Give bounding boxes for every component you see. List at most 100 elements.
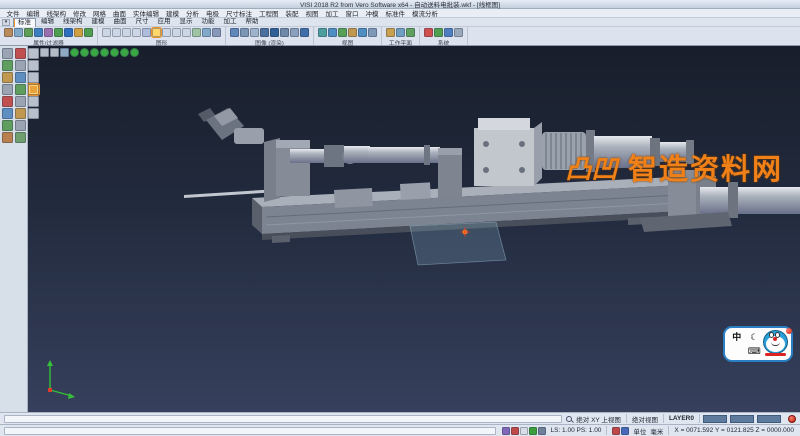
workplane-align-icon[interactable] — [396, 28, 405, 37]
menu-item-2[interactable]: 线架构 — [43, 8, 70, 18]
modify-attributes-icon[interactable] — [4, 28, 13, 37]
tool-icon-14[interactable] — [15, 120, 26, 131]
tool-icon-2[interactable] — [15, 48, 26, 59]
tool-icon-10[interactable] — [15, 96, 26, 107]
ime-toolbar[interactable]: 中 ☾ ⌨ — [723, 326, 793, 362]
graphics-icon-11[interactable] — [202, 28, 211, 37]
zoom-window-icon[interactable] — [328, 28, 337, 37]
screen-icon[interactable] — [454, 28, 463, 37]
tool-icon-8[interactable] — [15, 84, 26, 95]
document-icon[interactable] — [520, 427, 528, 435]
graphics-icon-8[interactable] — [172, 28, 181, 37]
ribbon-tab-5[interactable]: 尺寸 — [132, 18, 153, 27]
tool-icon-4[interactable] — [15, 60, 26, 71]
view-ref-button[interactable]: 绝对视图 — [630, 414, 660, 424]
grid-snap-icon[interactable] — [538, 427, 546, 435]
menu-item-15[interactable]: 窗口 — [342, 8, 362, 18]
menu-item-6[interactable]: 实体编辑 — [130, 8, 163, 18]
keyboard-icon[interactable]: ⌨ — [748, 346, 761, 356]
text-style-icon[interactable] — [511, 427, 519, 435]
grid-icon[interactable] — [444, 28, 453, 37]
layer-manager-icon[interactable] — [24, 28, 33, 37]
menu-item-16[interactable]: 冲模 — [362, 8, 382, 18]
render-background-icon[interactable] — [280, 28, 289, 37]
view-mode-button[interactable]: 绝对 XY 上视图 — [574, 414, 623, 424]
layer-filter-icon[interactable] — [54, 28, 63, 37]
moon-icon[interactable]: ☾ — [750, 332, 758, 342]
workplane-create-icon[interactable] — [386, 28, 395, 37]
graphics-icon-3[interactable] — [122, 28, 131, 37]
menu-item-14[interactable]: 加工 — [322, 8, 342, 18]
graphics-icon-10[interactable] — [192, 28, 201, 37]
viewport-3d[interactable]: 凸凹 智造资料网 中 ☾ ⌨ — [28, 46, 800, 412]
world-icon[interactable] — [434, 28, 443, 37]
menu-item-0[interactable]: 文件 — [3, 8, 23, 18]
tool-icon-6[interactable] — [15, 72, 26, 83]
unit-a-icon[interactable] — [612, 427, 620, 435]
render-material-icon[interactable] — [290, 28, 299, 37]
menu-item-17[interactable]: 标准件 — [382, 8, 409, 18]
render-light-icon[interactable] — [300, 28, 309, 37]
menu-item-1[interactable]: 编辑 — [23, 8, 43, 18]
menu-item-7[interactable]: 建模 — [163, 8, 183, 18]
rotate-view-icon[interactable] — [348, 28, 357, 37]
ribbon-tab-4[interactable]: 曲面 — [110, 18, 131, 27]
tool-icon-1[interactable] — [2, 48, 13, 59]
graphics-icon-1[interactable] — [102, 28, 111, 37]
named-views-icon[interactable] — [368, 28, 377, 37]
ribbon-tab-8[interactable]: 功能 — [198, 18, 219, 27]
menu-item-12[interactable]: 装配 — [282, 8, 302, 18]
graphics-icon-6[interactable] — [152, 28, 161, 37]
menu-item-3[interactable]: 修改 — [70, 8, 90, 18]
workplane-reset-icon[interactable] — [406, 28, 415, 37]
tool-icon-13[interactable] — [2, 120, 13, 131]
unit-b-icon[interactable] — [621, 427, 629, 435]
ribbon-tab-10[interactable]: 帮助 — [242, 18, 263, 27]
ribbon-tab-1[interactable]: 编辑 — [37, 18, 58, 27]
tool-icon-5[interactable] — [2, 72, 13, 83]
menu-item-9[interactable]: 电极 — [203, 8, 223, 18]
render-hidden-line-icon[interactable] — [250, 28, 259, 37]
graphics-icon-9[interactable] — [182, 28, 191, 37]
ribbon-tab-0[interactable]: 标准 — [13, 18, 36, 27]
ribbon-tab-2[interactable]: 线架构 — [59, 18, 87, 27]
units-value[interactable]: 毫米 — [648, 426, 665, 436]
color-palette-icon[interactable] — [424, 28, 433, 37]
ribbon-tab-6[interactable]: 应用 — [154, 18, 175, 27]
render-dynamic-icon[interactable] — [260, 28, 269, 37]
menu-item-10[interactable]: 尺寸标注 — [223, 8, 256, 18]
refresh-icon[interactable] — [529, 427, 537, 435]
tool-icon-16[interactable] — [15, 132, 26, 143]
menu-item-8[interactable]: 分析 — [183, 8, 203, 18]
prompt-field[interactable] — [4, 415, 562, 423]
ribbon-tab-7[interactable]: 显示 — [176, 18, 197, 27]
ime-mode-button[interactable]: 中 — [732, 332, 741, 342]
plugin-icon[interactable] — [502, 427, 510, 435]
tool-icon-7[interactable] — [2, 84, 13, 95]
menu-item-13[interactable]: 视图 — [302, 8, 322, 18]
visibility-filter-icon[interactable] — [84, 28, 93, 37]
graphics-icon-5[interactable] — [142, 28, 151, 37]
zoom-fit-icon[interactable] — [318, 28, 327, 37]
render-shaded-icon[interactable] — [230, 28, 239, 37]
render-wireframe-icon[interactable] — [240, 28, 249, 37]
graphics-icon-4[interactable] — [132, 28, 141, 37]
tool-icon-12[interactable] — [15, 108, 26, 119]
menu-item-5[interactable]: 曲面 — [110, 8, 130, 18]
graphics-icon-2[interactable] — [112, 28, 121, 37]
attribute-painter-icon[interactable] — [14, 28, 23, 37]
element-filter-icon[interactable] — [34, 28, 43, 37]
magnet-snap-icon[interactable] — [74, 28, 83, 37]
menu-item-4[interactable]: 网格 — [90, 8, 110, 18]
menu-item-11[interactable]: 工程图 — [256, 8, 283, 18]
pan-icon[interactable] — [338, 28, 347, 37]
ribbon-tab-3[interactable]: 建模 — [88, 18, 109, 27]
selection-filter-icon[interactable] — [64, 28, 73, 37]
graphics-icon-7[interactable] — [162, 28, 171, 37]
render-section-icon[interactable] — [270, 28, 279, 37]
ribbon-tab-9[interactable]: 加工 — [220, 18, 241, 27]
menu-item-18[interactable]: 模流分析 — [409, 8, 442, 18]
graphics-icon-12[interactable] — [212, 28, 221, 37]
layer-button[interactable]: LAYER0 — [667, 415, 696, 422]
tool-icon-9[interactable] — [2, 96, 13, 107]
